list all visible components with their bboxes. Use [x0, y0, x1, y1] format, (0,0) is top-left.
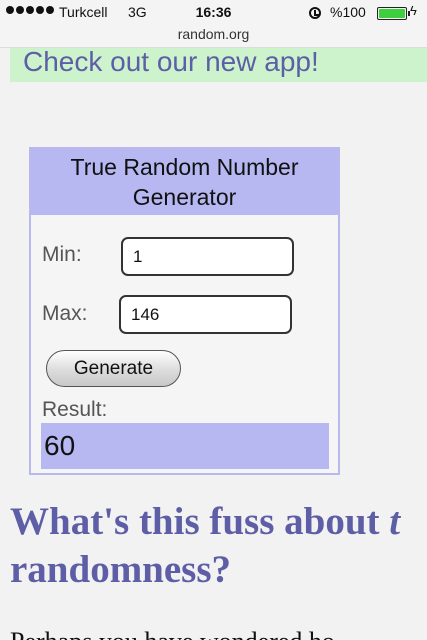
result-label: Result: — [42, 398, 108, 421]
article-heading: What's this fuss about t randomness? — [10, 498, 427, 594]
min-label: Min: — [42, 243, 82, 266]
random-number-generator-widget: True Random Number Generator Min: 1 Max:… — [29, 147, 340, 475]
min-input-value: 1 — [133, 247, 143, 266]
app-promo-banner[interactable]: Check out our new app! — [10, 48, 427, 82]
alarm-icon — [309, 7, 321, 19]
heading-text: What's this fuss about — [10, 500, 390, 543]
max-input[interactable]: 146 — [119, 295, 292, 334]
page: Turkcell 3G 16:36 %100 ϟ random.org Chec… — [0, 0, 427, 640]
widget-title-line1: True Random Number — [70, 154, 299, 180]
result-value: 60 — [41, 423, 329, 469]
widget-title-line2: Generator — [132, 184, 237, 210]
battery-icon — [377, 7, 410, 20]
article-body-text: Perhaps you have wondered ho — [10, 627, 427, 640]
charging-bolt-icon: ϟ — [410, 3, 417, 18]
generate-button[interactable]: Generate — [46, 350, 181, 387]
widget-title: True Random Number Generator — [31, 149, 338, 215]
url-text: random.org — [177, 26, 250, 42]
max-label: Max: — [42, 302, 88, 325]
battery-percentage: %100 — [330, 4, 366, 20]
promo-link[interactable]: Check out our new app! — [23, 48, 319, 77]
address-bar[interactable]: random.org — [0, 26, 427, 48]
heading-line2: randomness? — [10, 548, 232, 591]
max-input-value: 146 — [131, 305, 160, 324]
heading-italic-text: t — [389, 500, 401, 543]
status-bar: Turkcell 3G 16:36 %100 ϟ — [0, 0, 427, 26]
min-input[interactable]: 1 — [121, 237, 294, 276]
